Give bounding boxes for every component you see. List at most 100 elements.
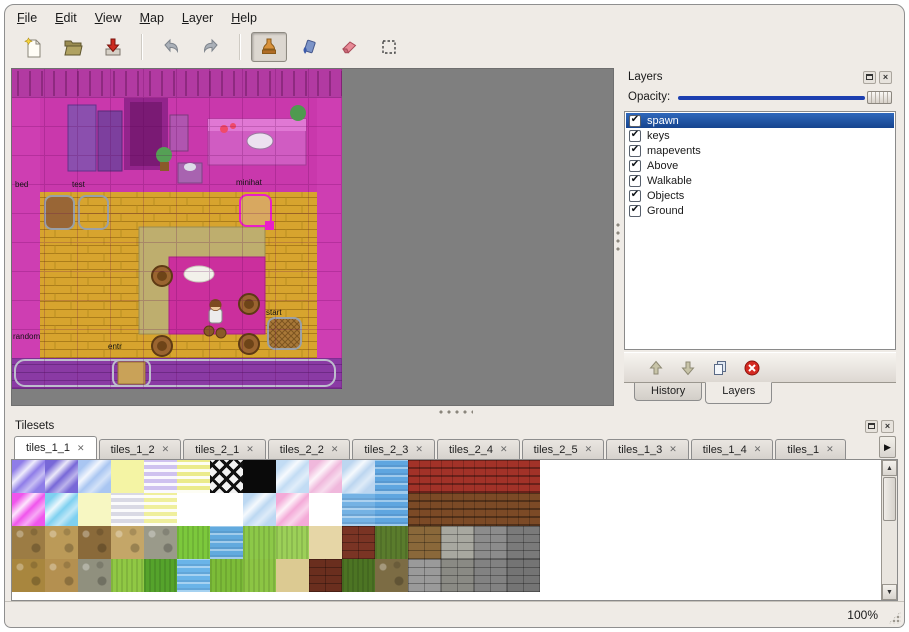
tab-close-icon[interactable]: ✕ [77,443,85,454]
eraser-tool-button[interactable] [331,32,367,62]
tab-close-icon[interactable]: ✕ [162,444,170,455]
tile-swatch[interactable] [210,460,243,493]
tab-close-icon[interactable]: ✕ [415,444,423,455]
tileset-tab-tiles_1_1[interactable]: tiles_1_1✕ [14,436,97,459]
dock-tab-history[interactable]: History [634,383,702,401]
tile-swatch[interactable] [78,493,111,526]
tile-swatch[interactable] [243,493,276,526]
tileset-tab-tiles_2_2[interactable]: tiles_2_2✕ [268,439,351,459]
tile-swatch[interactable] [375,526,408,559]
tile-swatch[interactable] [12,526,45,559]
tile-swatch[interactable] [441,493,474,526]
tab-close-icon[interactable]: ✕ [585,444,593,455]
layer-row-spawn[interactable]: spawn [626,113,894,128]
dock-tab-layers[interactable]: Layers [705,382,772,404]
tile-swatch[interactable] [177,526,210,559]
tile-swatch[interactable] [243,559,276,592]
layer-row-Above[interactable]: Above [626,158,894,173]
tile-swatch[interactable] [507,526,540,559]
tile-swatch[interactable] [144,460,177,493]
tileset-tab-tiles_2_5[interactable]: tiles_2_5✕ [522,439,605,459]
menu-file[interactable]: File [17,11,37,25]
lower-layer-button[interactable] [678,358,698,378]
new-map-button[interactable] [15,32,51,62]
tile-swatch[interactable] [375,460,408,493]
tile-swatch[interactable] [309,559,342,592]
tile-swatch[interactable] [474,460,507,493]
tile-swatch[interactable] [210,559,243,592]
tab-close-icon[interactable]: ✕ [826,444,834,455]
tile-swatch[interactable] [474,526,507,559]
tile-swatch[interactable] [45,559,78,592]
horizontal-splitter[interactable] [5,406,904,417]
tile-swatch[interactable] [111,460,144,493]
tile-swatch[interactable] [210,526,243,559]
tile-swatch[interactable] [408,493,441,526]
tile-swatch[interactable] [243,526,276,559]
layer-visibility-checkbox[interactable] [629,145,641,157]
tile-swatch[interactable] [45,493,78,526]
vertical-splitter[interactable] [614,68,622,406]
tile-swatch[interactable] [78,559,111,592]
scroll-down-button[interactable]: ▼ [882,584,897,600]
tileset-tab-tiles_1_2[interactable]: tiles_1_2✕ [99,439,182,459]
tile-swatch[interactable] [375,559,408,592]
tile-swatch[interactable] [507,559,540,592]
tile-swatch[interactable] [342,526,375,559]
duplicate-layer-button[interactable] [710,358,730,378]
tile-swatch[interactable] [12,559,45,592]
tile-swatch[interactable] [441,526,474,559]
scroll-tabs-right-button[interactable]: ▶ [879,436,896,458]
tile-swatch[interactable] [243,460,276,493]
menu-view[interactable]: View [95,11,122,25]
tile-swatch[interactable] [111,493,144,526]
layer-visibility-checkbox[interactable] [629,190,641,202]
scroll-up-button[interactable]: ▲ [882,460,897,476]
tile-swatch[interactable] [309,460,342,493]
tile-swatch[interactable] [408,460,441,493]
close-dock-button[interactable]: × [879,71,892,84]
layer-row-Objects[interactable]: Objects [626,188,894,203]
tile-swatch[interactable] [441,460,474,493]
tile-swatch[interactable] [441,559,474,592]
tile-swatch[interactable] [78,526,111,559]
tile-swatch[interactable] [144,526,177,559]
map-canvas[interactable]: bedtestminihatstartrandomentr [11,68,614,406]
tile-swatch[interactable] [474,493,507,526]
tile-swatch[interactable] [177,460,210,493]
rect-select-tool-button[interactable] [371,32,407,62]
menu-edit[interactable]: Edit [55,11,77,25]
tile-swatch[interactable] [111,559,144,592]
tile-swatch[interactable] [12,493,45,526]
tileset-tab-tiles_1[interactable]: tiles_1✕ [775,439,845,459]
tile-swatch[interactable] [342,460,375,493]
tile-swatch[interactable] [144,493,177,526]
tile-swatch[interactable] [342,559,375,592]
tileset-tab-tiles_2_3[interactable]: tiles_2_3✕ [352,439,435,459]
tile-swatch[interactable] [276,493,309,526]
layer-row-Ground[interactable]: Ground [626,203,894,218]
opacity-slider-handle[interactable] [867,91,892,104]
tab-close-icon[interactable]: ✕ [246,444,254,455]
open-map-button[interactable] [55,32,91,62]
tile-swatch[interactable] [474,559,507,592]
tileset-scrollbar[interactable]: ▲ ▼ [881,460,897,600]
tileset-tab-tiles_1_3[interactable]: tiles_1_3✕ [606,439,689,459]
tile-swatch[interactable] [276,559,309,592]
tile-swatch[interactable] [507,493,540,526]
tab-close-icon[interactable]: ✕ [331,444,339,455]
tile-swatch[interactable] [408,526,441,559]
tileset-tab-tiles_1_4[interactable]: tiles_1_4✕ [691,439,774,459]
redo-button[interactable] [193,32,229,62]
tile-swatch[interactable] [12,460,45,493]
layer-visibility-checkbox[interactable] [629,160,641,172]
tile-swatch[interactable] [309,493,342,526]
tile-swatch[interactable] [309,526,342,559]
stamp-tool-button[interactable] [251,32,287,62]
tab-close-icon[interactable]: ✕ [669,444,677,455]
tile-swatch[interactable] [276,526,309,559]
tile-swatch[interactable] [276,460,309,493]
tile-swatch[interactable] [375,493,408,526]
tile-swatch[interactable] [507,460,540,493]
float-dock-button[interactable] [865,420,878,433]
